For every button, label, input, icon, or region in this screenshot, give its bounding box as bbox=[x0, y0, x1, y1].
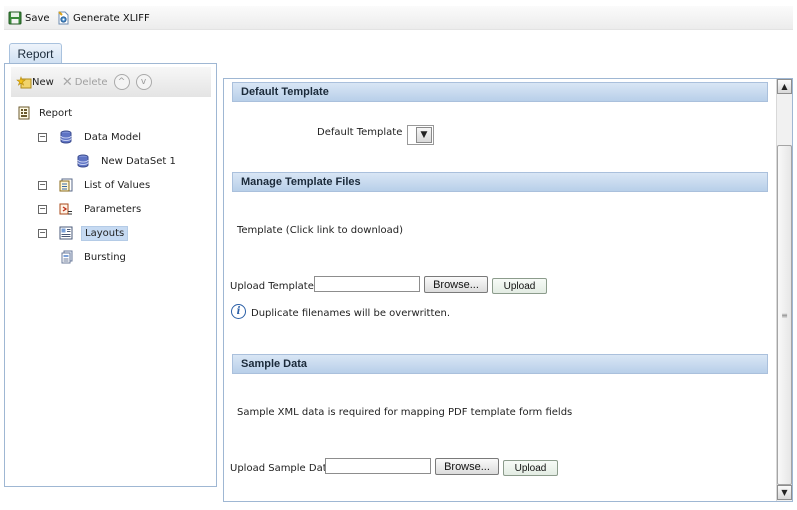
browse-label: Browse... bbox=[433, 278, 479, 291]
tree-item-list-of-values[interactable]: − List of Values bbox=[38, 176, 153, 194]
tree-label-new-dataset-1: New DataSet 1 bbox=[101, 155, 176, 167]
upload-sample-data-label: Upload Sample Data bbox=[230, 463, 333, 474]
duplicate-filenames-notice: Duplicate filenames will be overwritten. bbox=[251, 308, 451, 319]
section-title-default-template: Default Template bbox=[241, 86, 329, 98]
top-toolbar: Save Generate XLIFF bbox=[4, 6, 793, 30]
database-icon bbox=[59, 130, 73, 144]
tree-item-parameters[interactable]: − Parameters bbox=[38, 200, 144, 218]
browse-label: Browse... bbox=[444, 460, 490, 473]
dataset-icon bbox=[76, 154, 90, 168]
default-template-select[interactable]: ▼ bbox=[407, 125, 434, 145]
scrollbar-thumb[interactable]: ≡ bbox=[777, 145, 792, 485]
section-title-sample-data: Sample Data bbox=[241, 358, 308, 370]
delete-x-icon: ✕ bbox=[61, 74, 73, 90]
chevron-down-icon[interactable]: ▼ bbox=[416, 127, 432, 143]
new-button[interactable]: New bbox=[16, 75, 54, 89]
collapse-icon[interactable]: − bbox=[38, 204, 47, 214]
tab-report-label: Report bbox=[17, 47, 54, 61]
save-label: Save bbox=[25, 12, 50, 24]
section-header-manage-template-files: Manage Template Files bbox=[232, 172, 768, 192]
tree-label-report: Report bbox=[39, 107, 73, 119]
section-header-default-template: Default Template bbox=[232, 82, 768, 102]
tree-label-data-model: Data Model bbox=[84, 131, 142, 143]
tree-label-bursting: Bursting bbox=[84, 251, 126, 263]
upload-template-browse-button[interactable]: Browse... bbox=[424, 276, 488, 293]
upload-label: Upload bbox=[514, 462, 547, 474]
floppy-disk-icon bbox=[8, 11, 22, 25]
layouts-icon bbox=[59, 226, 73, 240]
delete-label: Delete bbox=[74, 76, 108, 88]
tree-item-layouts[interactable]: − Layouts bbox=[38, 224, 129, 242]
sample-data-description: Sample XML data is required for mapping … bbox=[237, 407, 573, 418]
tree-label-parameters: Parameters bbox=[84, 203, 142, 215]
section-header-sample-data: Sample Data bbox=[232, 354, 768, 374]
upload-template-label: Upload Template: bbox=[230, 281, 318, 292]
bursting-icon bbox=[59, 250, 73, 264]
report-tree-panel: New ✕ Delete ^ v Report − Data Model New… bbox=[4, 63, 217, 487]
tab-report[interactable]: Report bbox=[9, 43, 62, 64]
upload-sample-data-button[interactable]: Upload bbox=[503, 460, 558, 476]
template-download-hint: Template (Click link to download) bbox=[237, 225, 404, 236]
generate-xliff-label: Generate XLIFF bbox=[73, 12, 150, 24]
tree-item-report[interactable]: Report bbox=[17, 104, 75, 122]
tree-item-new-dataset-1[interactable]: New DataSet 1 bbox=[76, 152, 179, 170]
move-up-icon: ^ bbox=[117, 77, 126, 87]
vertical-scrollbar[interactable]: ▲ ≡ ▼ bbox=[776, 79, 792, 501]
tree-label-list-of-values: List of Values bbox=[84, 179, 151, 191]
tree-item-bursting[interactable]: Bursting bbox=[59, 248, 129, 266]
info-icon: i bbox=[231, 304, 246, 319]
save-button[interactable]: Save bbox=[8, 9, 50, 27]
list-of-values-icon bbox=[59, 178, 73, 192]
upload-label: Upload bbox=[503, 280, 536, 292]
collapse-icon[interactable]: − bbox=[38, 132, 47, 142]
section-title-manage-template-files: Manage Template Files bbox=[241, 176, 361, 188]
move-down-button[interactable]: v bbox=[135, 74, 152, 90]
default-template-label: Default Template bbox=[317, 127, 403, 138]
scroll-down-icon[interactable]: ▼ bbox=[777, 485, 792, 500]
collapse-icon[interactable]: − bbox=[38, 180, 47, 190]
move-up-button[interactable]: ^ bbox=[113, 74, 130, 90]
upload-template-file-input[interactable] bbox=[314, 276, 420, 292]
upload-sample-data-browse-button[interactable]: Browse... bbox=[435, 458, 499, 475]
tree-item-data-model[interactable]: − Data Model bbox=[38, 128, 144, 146]
tree-toolbar: New ✕ Delete ^ v bbox=[11, 67, 211, 97]
move-down-icon: v bbox=[140, 77, 147, 87]
parameters-icon bbox=[59, 202, 73, 216]
document-gear-icon bbox=[56, 11, 70, 25]
delete-button[interactable]: ✕ Delete bbox=[62, 75, 108, 90]
collapse-icon[interactable]: − bbox=[38, 228, 47, 238]
generate-xliff-button[interactable]: Generate XLIFF bbox=[56, 9, 150, 27]
report-icon bbox=[17, 106, 31, 120]
new-star-icon bbox=[16, 75, 32, 89]
upload-sample-data-file-input[interactable] bbox=[325, 458, 431, 474]
new-label: New bbox=[32, 76, 54, 88]
scroll-up-icon[interactable]: ▲ bbox=[777, 79, 792, 94]
tree-label-layouts: Layouts bbox=[81, 225, 129, 241]
layout-editor-panel: Default Template Default Template ▼ Mana… bbox=[223, 78, 793, 502]
upload-template-button[interactable]: Upload bbox=[492, 278, 547, 294]
